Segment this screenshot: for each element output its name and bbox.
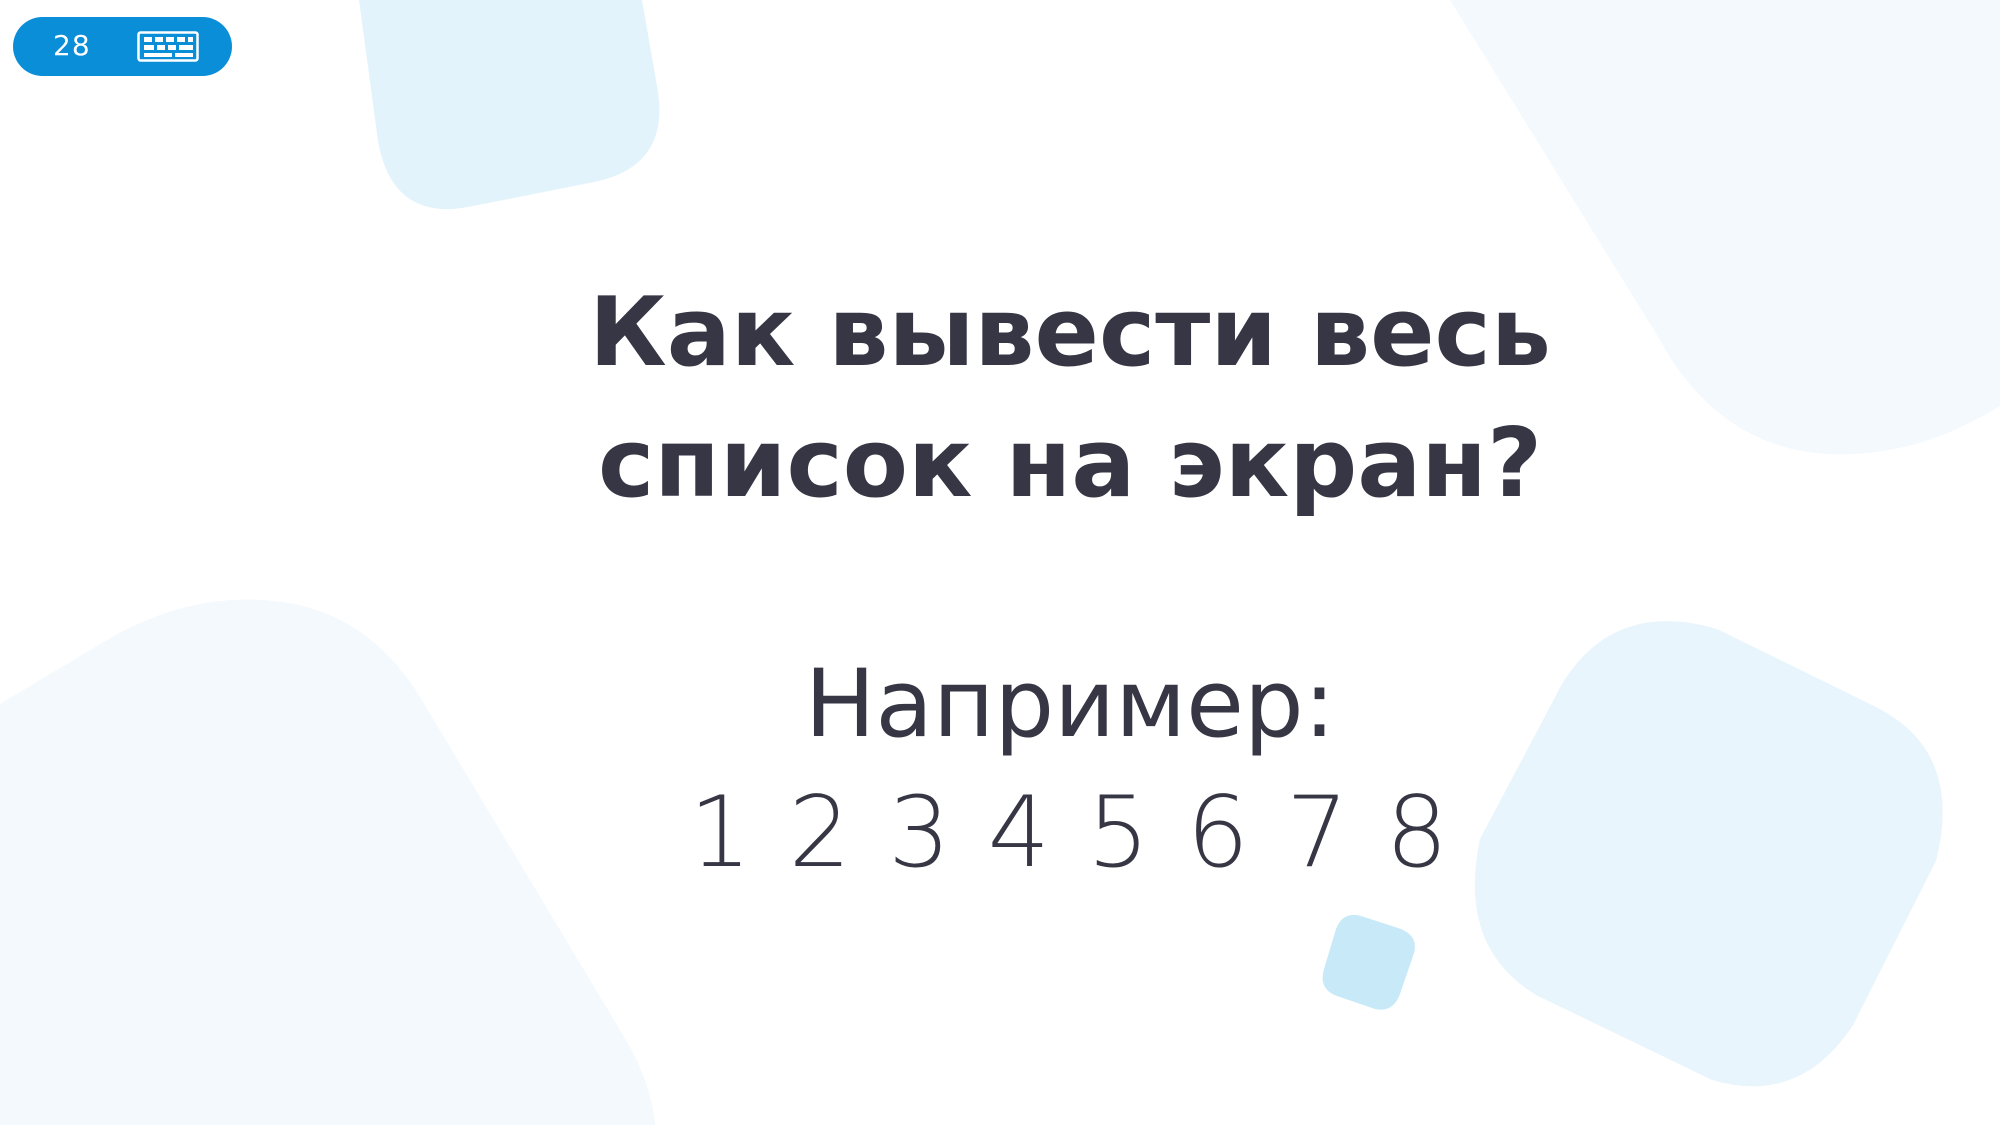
example-label: Например:: [804, 650, 1336, 759]
right-rounded-shape: [1474, 621, 1943, 1087]
small-rounded-square: [1322, 914, 1415, 1010]
title-line-1: Как вывести весь: [589, 278, 1551, 388]
slide-number-badge: 28: [13, 17, 232, 76]
title-line-2: список на экран?: [597, 409, 1543, 519]
slide-title: Как вывести весь список на экран?: [500, 268, 1640, 530]
slide-number: 28: [53, 29, 91, 62]
keyboard-icon: [137, 31, 199, 62]
top-left-rounded-shape: [359, 0, 660, 210]
presentation-slide: 28 Как вывести весь список на экран? Нап…: [0, 0, 2000, 1125]
bottom-left-large-shape: [0, 599, 655, 1125]
example-values: 1 2 3 4 5 6 7 8: [689, 776, 1451, 890]
background-shapes: [0, 0, 2000, 1125]
